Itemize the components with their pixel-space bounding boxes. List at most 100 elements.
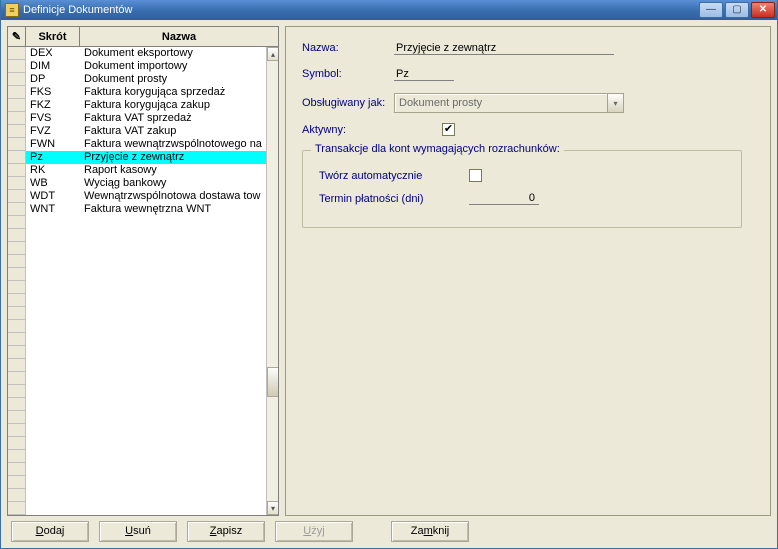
table-row[interactable] (8, 372, 266, 385)
row-check-cell[interactable] (8, 229, 26, 242)
row-check-cell[interactable] (8, 112, 26, 125)
row-check-cell[interactable] (8, 385, 26, 398)
table-row[interactable] (8, 268, 266, 281)
row-check-cell[interactable] (8, 281, 26, 294)
row-check-cell[interactable] (8, 255, 26, 268)
table-row[interactable] (8, 229, 266, 242)
table-row[interactable] (8, 255, 266, 268)
vertical-scrollbar[interactable]: ▴ ▾ (266, 47, 278, 515)
zamknij-button[interactable]: Zamknij (391, 521, 469, 542)
table-row[interactable] (8, 359, 266, 372)
table-row[interactable]: DPDokument prosty (8, 73, 266, 86)
table-row[interactable] (8, 411, 266, 424)
chevron-down-icon[interactable]: ▾ (607, 94, 623, 112)
row-check-cell[interactable] (8, 359, 26, 372)
close-button[interactable]: ✕ (751, 2, 775, 18)
minimize-button[interactable]: — (699, 2, 723, 18)
table-row[interactable]: FWNFaktura wewnątrzwspólnotowego na (8, 138, 266, 151)
table-row[interactable] (8, 216, 266, 229)
tworz-checkbox[interactable] (469, 169, 482, 182)
row-check-cell[interactable] (8, 320, 26, 333)
col-header-check[interactable]: ✎ (8, 27, 26, 46)
table-row[interactable]: DEXDokument eksportowy (8, 47, 266, 60)
table-row[interactable]: RKRaport kasowy (8, 164, 266, 177)
table-row[interactable] (8, 502, 266, 515)
table-row[interactable]: WDTWewnątrzwspólnotowa dostawa tow (8, 190, 266, 203)
table-row[interactable]: WNTFaktura wewnętrzna WNT (8, 203, 266, 216)
table-row[interactable] (8, 476, 266, 489)
row-check-cell[interactable] (8, 99, 26, 112)
table-row[interactable] (8, 424, 266, 437)
table-row[interactable] (8, 385, 266, 398)
row-skrot (26, 398, 80, 411)
table-row[interactable] (8, 437, 266, 450)
row-check-cell[interactable] (8, 424, 26, 437)
row-check-cell[interactable] (8, 242, 26, 255)
row-nazwa (80, 359, 266, 372)
table-row[interactable] (8, 489, 266, 502)
table-row[interactable]: DIMDokument importowy (8, 60, 266, 73)
row-check-cell[interactable] (8, 73, 26, 86)
row-check-cell[interactable] (8, 307, 26, 320)
usun-button[interactable]: Usuń (99, 521, 177, 542)
dodaj-button[interactable]: Dodaj (11, 521, 89, 542)
table-row[interactable]: FVSFaktura VAT sprzedaż (8, 112, 266, 125)
row-check-cell[interactable] (8, 476, 26, 489)
table-row[interactable] (8, 294, 266, 307)
table-row[interactable]: FKZFaktura korygująca zakup (8, 99, 266, 112)
row-check-cell[interactable] (8, 268, 26, 281)
table-row[interactable]: FKSFaktura korygująca sprzedaż (8, 86, 266, 99)
obslugiwany-combo[interactable]: Dokument prosty ▾ (394, 93, 624, 113)
row-check-cell[interactable] (8, 60, 26, 73)
titlebar[interactable]: ≡ Definicje Dokumentów — ▢ ✕ (1, 0, 777, 20)
row-check-cell[interactable] (8, 216, 26, 229)
table-row[interactable] (8, 450, 266, 463)
row-check-cell[interactable] (8, 151, 26, 164)
table-row[interactable] (8, 307, 266, 320)
row-check-cell[interactable] (8, 411, 26, 424)
row-check-cell[interactable] (8, 333, 26, 346)
row-nazwa (80, 502, 266, 515)
row-check-cell[interactable] (8, 346, 26, 359)
row-check-cell[interactable] (8, 86, 26, 99)
table-row[interactable] (8, 333, 266, 346)
col-header-nazwa[interactable]: Nazwa (80, 27, 278, 46)
row-check-cell[interactable] (8, 450, 26, 463)
aktywny-checkbox[interactable]: ✔ (442, 123, 455, 136)
row-check-cell[interactable] (8, 203, 26, 216)
table-row[interactable]: FVZFaktura VAT zakup (8, 125, 266, 138)
row-skrot (26, 346, 80, 359)
row-check-cell[interactable] (8, 437, 26, 450)
scroll-up-arrow-icon[interactable]: ▴ (267, 47, 278, 61)
row-check-cell[interactable] (8, 502, 26, 515)
row-check-cell[interactable] (8, 372, 26, 385)
row-check-cell[interactable] (8, 463, 26, 476)
row-check-cell[interactable] (8, 47, 26, 60)
maximize-button[interactable]: ▢ (725, 2, 749, 18)
row-check-cell[interactable] (8, 294, 26, 307)
scroll-down-arrow-icon[interactable]: ▾ (267, 501, 278, 515)
row-check-cell[interactable] (8, 177, 26, 190)
tworz-label: Twórz automatycznie (319, 170, 469, 182)
table-row[interactable] (8, 398, 266, 411)
table-row[interactable] (8, 242, 266, 255)
table-row[interactable]: PzPrzyjęcie z zewnątrz (8, 151, 266, 164)
table-row[interactable] (8, 346, 266, 359)
row-check-cell[interactable] (8, 164, 26, 177)
row-check-cell[interactable] (8, 138, 26, 151)
symbol-field[interactable]: Pz (394, 67, 454, 81)
col-header-skrot[interactable]: Skrót (26, 27, 80, 46)
row-check-cell[interactable] (8, 398, 26, 411)
table-row[interactable] (8, 320, 266, 333)
row-check-cell[interactable] (8, 190, 26, 203)
row-skrot (26, 307, 80, 320)
row-check-cell[interactable] (8, 125, 26, 138)
table-row[interactable] (8, 281, 266, 294)
table-row[interactable]: WBWyciąg bankowy (8, 177, 266, 190)
nazwa-field[interactable]: Przyjęcie z zewnątrz (394, 41, 614, 55)
termin-field[interactable]: 0 (469, 192, 539, 205)
row-check-cell[interactable] (8, 489, 26, 502)
table-row[interactable] (8, 463, 266, 476)
scroll-thumb[interactable] (267, 367, 278, 397)
zapisz-button[interactable]: Zapisz (187, 521, 265, 542)
